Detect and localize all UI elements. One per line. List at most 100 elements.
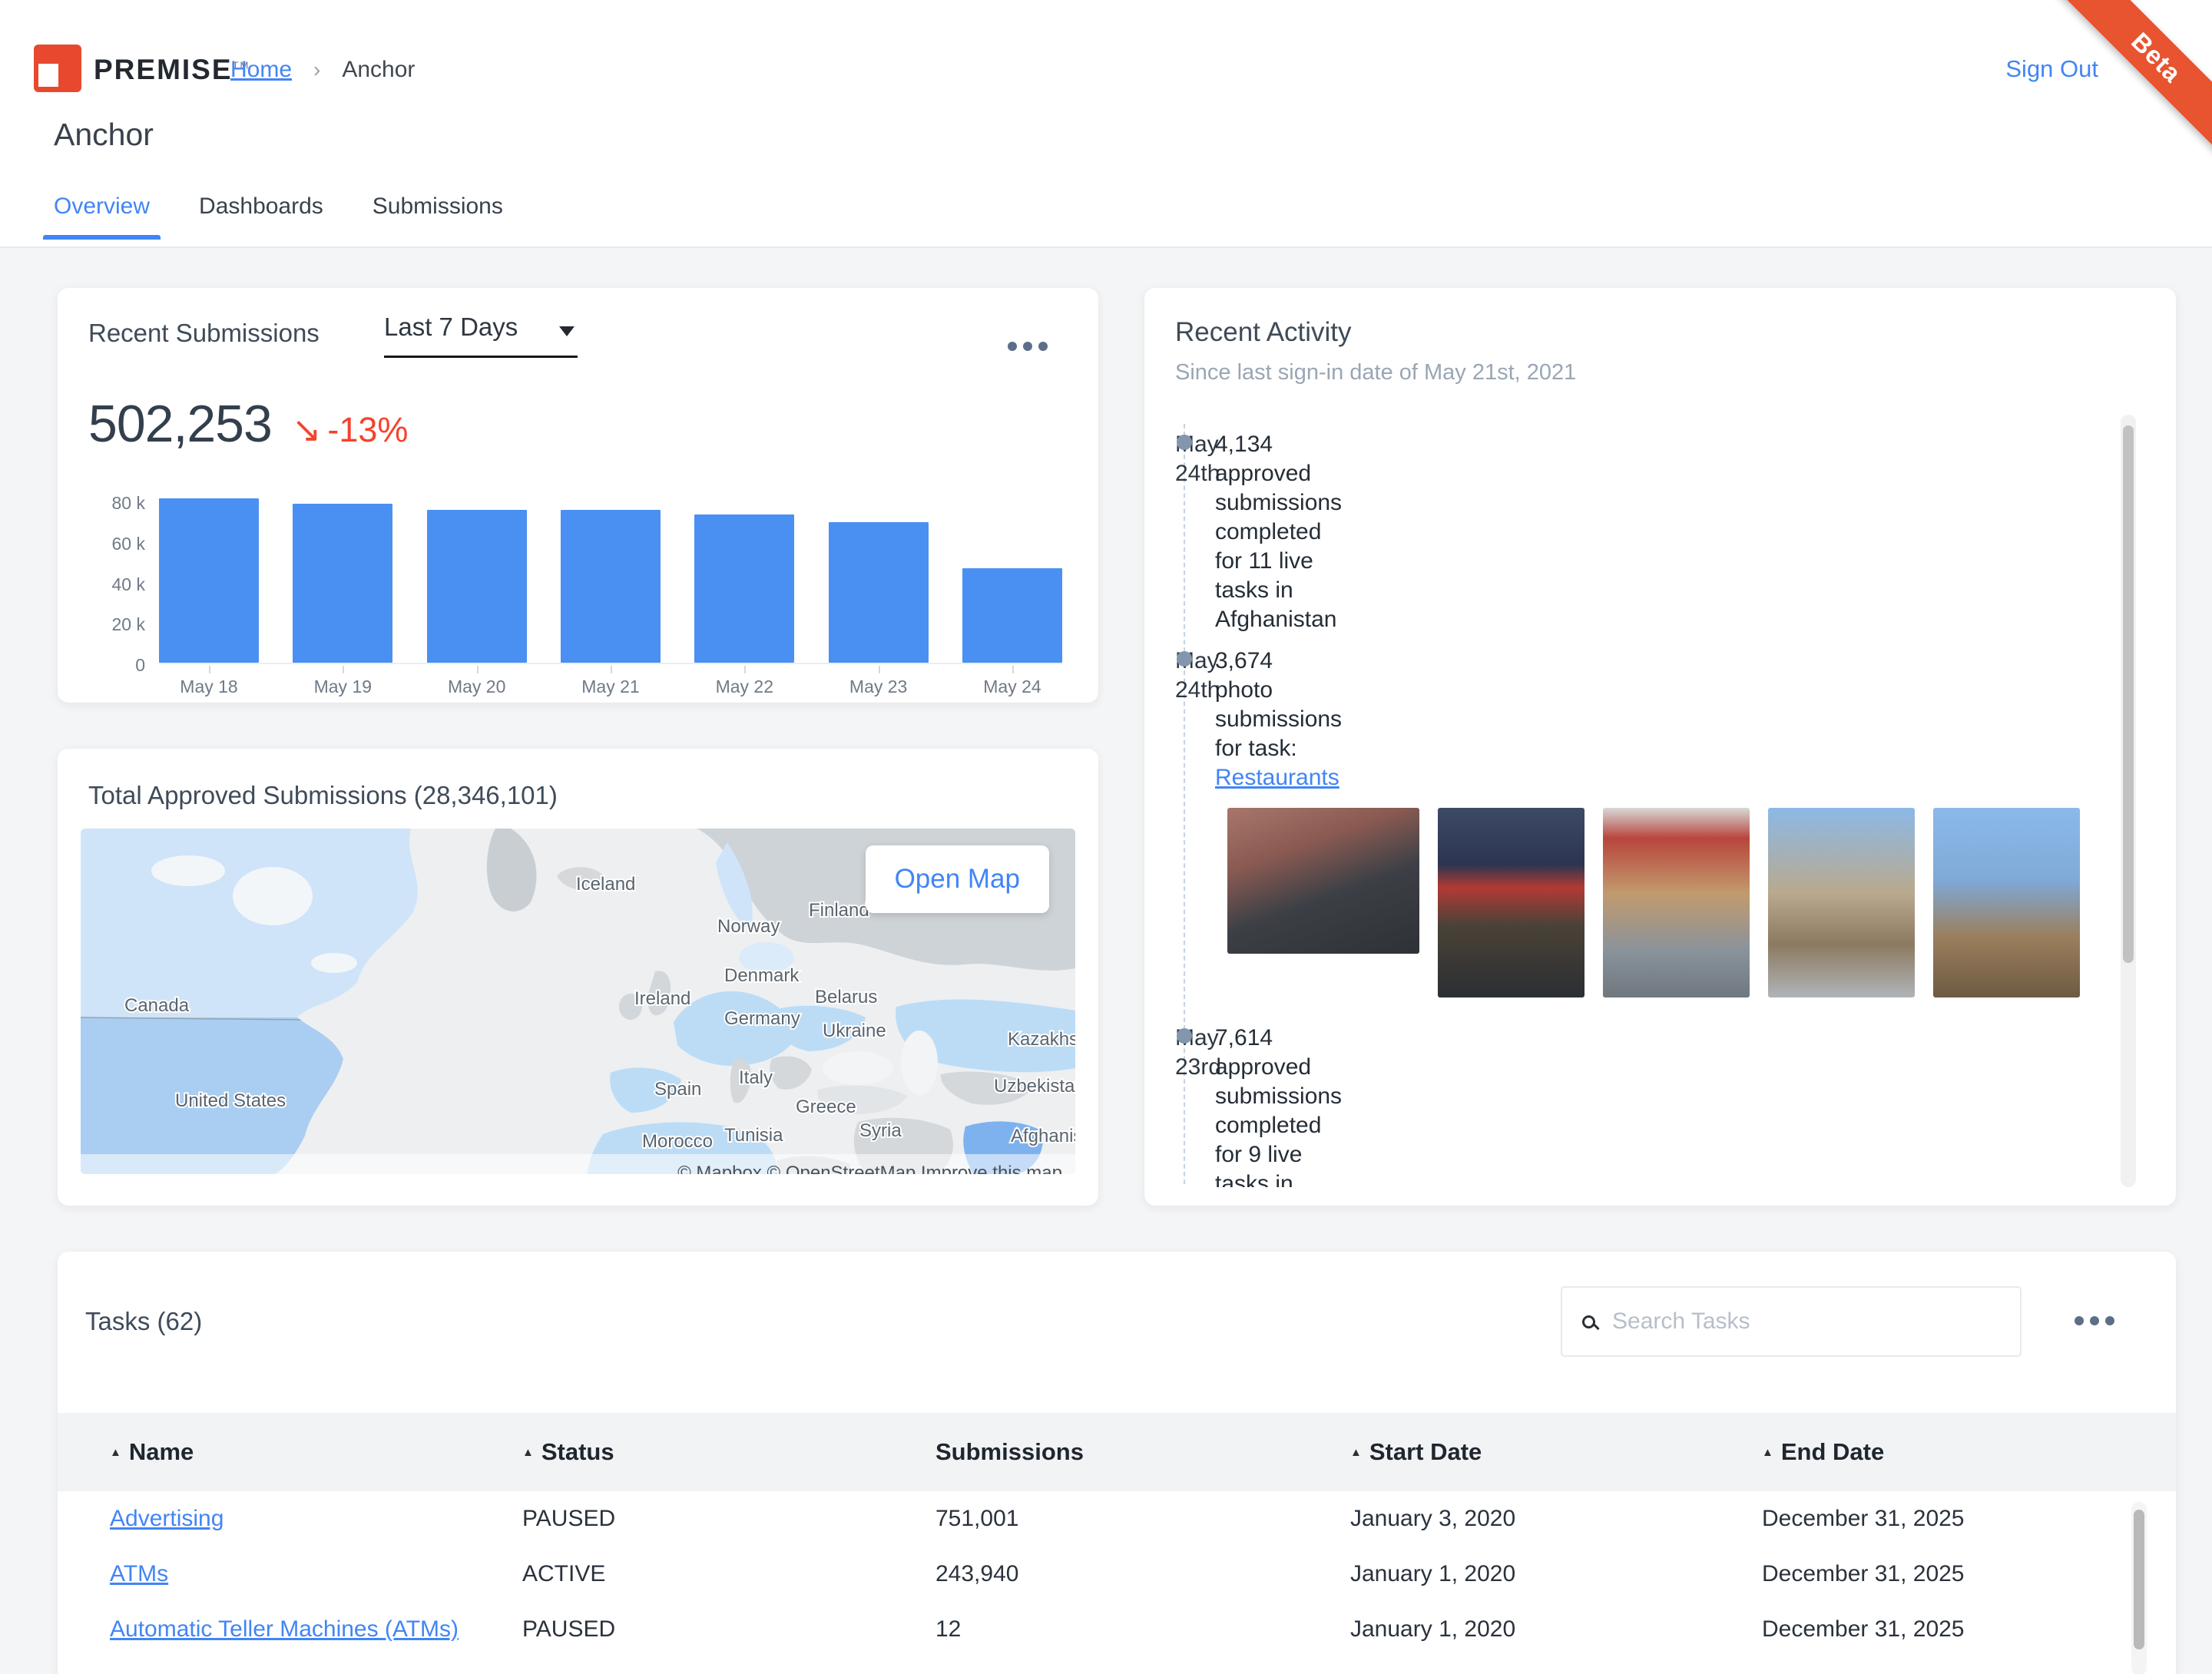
cell-submissions: 751,001: [935, 1506, 1350, 1532]
premise-wordmark: PREMISETM: [94, 54, 250, 86]
column-header-start-date[interactable]: ▲ Start Date: [1350, 1438, 1762, 1466]
breadcrumb-current: Anchor: [342, 57, 415, 83]
map-attribution[interactable]: © Mapbox © OpenStreetMap Improve this ma…: [677, 1163, 1062, 1174]
submissions-change-percent: -13%: [327, 410, 408, 450]
cell-submissions: 243,940: [935, 1561, 1350, 1587]
map-label-ireland: Ireland: [634, 988, 690, 1009]
recent-activity-subtitle: Since last sign-in date of May 21st, 202…: [1175, 360, 1576, 385]
tab-submissions[interactable]: Submissions: [373, 194, 503, 240]
date-range-dropdown[interactable]: Last 7 Days: [384, 313, 578, 358]
table-row: AdvertisingPAUSED751,001January 3, 2020D…: [58, 1491, 2176, 1547]
cell-end-date: December 31, 2025: [1762, 1561, 2084, 1587]
tasks-table-header: ▲ Name ▲StatusSubmissions ▲ Start Date ▲End D…: [58, 1413, 2176, 1491]
open-map-button[interactable]: Open Map: [866, 845, 1049, 913]
premise-logo-inner-square: [38, 64, 58, 87]
bar-may-20: [427, 510, 527, 663]
tasks-scrollbar-track[interactable]: [2131, 1502, 2147, 1674]
tasks-title: Tasks (62): [85, 1307, 202, 1336]
photo-thumbnail-strip: [1227, 808, 2081, 997]
breadcrumb-home-link[interactable]: Home: [230, 57, 292, 83]
tab-dashboards[interactable]: Dashboards: [199, 194, 323, 240]
tasks-search-input[interactable]: [1612, 1308, 1996, 1335]
task-link-restaurants[interactable]: Restaurants: [1215, 765, 1339, 790]
map-label-denmark: Denmark: [724, 965, 800, 986]
cell-status: PAUSED: [522, 1506, 935, 1532]
column-header-label: Status: [541, 1438, 614, 1466]
beta-ribbon-container: Beta: [2032, 0, 2212, 180]
tab-overview[interactable]: Overview: [54, 194, 150, 240]
cell-submissions: 12: [935, 1616, 1350, 1643]
cell-name: ATMs: [110, 1561, 522, 1587]
world-map[interactable]: CanadaUnited StatesIcelandNorwayFinlandD…: [81, 829, 1075, 1174]
photo-thumbnail-storefront-with-menu[interactable]: [1603, 808, 1750, 997]
timeline-item: May 24th4,134 approved submissions compl…: [1175, 430, 2081, 634]
search-icon: [1582, 1315, 1595, 1328]
map-label-spain: Spain: [654, 1079, 701, 1100]
cell-start-date: January 1, 2020: [1350, 1561, 1762, 1587]
photo-thumbnail-taverna-signs-sky[interactable]: [1933, 808, 2080, 997]
task-name-link[interactable]: ATMs: [110, 1561, 168, 1586]
beta-ribbon: Beta: [2058, 0, 2212, 156]
cell-name: Automatic Teller Machines (ATMs): [110, 1616, 522, 1643]
timeline-item: May 24th3,674 photo submissions for task…: [1175, 647, 2081, 792]
map-label-tunisia: Tunisia: [724, 1125, 783, 1146]
tasks-menu-button[interactable]: [2075, 1316, 2114, 1325]
table-row: Automatic Teller Machines (ATMs)PAUSED12…: [58, 1602, 2176, 1657]
cell-status: ACTIVE: [522, 1561, 935, 1587]
bar-may-24: [962, 568, 1062, 663]
tasks-search-box: [1561, 1286, 2022, 1357]
map-label-syria: Syria: [859, 1120, 902, 1141]
recent-submissions-title: Recent Submissions: [88, 319, 320, 348]
x-axis-tick-label: May 18: [159, 666, 259, 697]
timeline-dot-icon: [1177, 651, 1192, 667]
column-header-label: Name: [129, 1438, 194, 1466]
activity-scrollbar-thumb[interactable]: [2123, 425, 2134, 963]
map-label-norway: Norway: [717, 916, 780, 937]
x-axis-tick-label: May 23: [829, 666, 929, 697]
task-name-link[interactable]: Advertising: [110, 1506, 224, 1531]
breadcrumb: Home › Anchor: [230, 57, 415, 83]
column-header-name[interactable]: ▲ Name: [110, 1438, 522, 1466]
activity-scrollbar-track[interactable]: [2121, 415, 2136, 1187]
map-label-united-states: United States: [175, 1090, 286, 1111]
recent-submissions-card: Recent Submissions Last 7 Days 502,253 ↘…: [58, 288, 1098, 703]
cell-name: Advertising: [110, 1506, 522, 1532]
map-label-italy: Italy: [739, 1067, 773, 1088]
task-name-link[interactable]: Automatic Teller Machines (ATMs): [110, 1616, 459, 1642]
bar-may-22: [694, 514, 794, 663]
column-header-submissions: Submissions: [935, 1438, 1350, 1466]
table-row: ATMs ACTIVE243,940January 1, 2020December…: [58, 1547, 2176, 1602]
trend-down-arrow-icon: ↘: [292, 409, 322, 450]
bar-may-18: [159, 498, 259, 663]
photo-thumbnail-street-cafe[interactable]: [1768, 808, 1915, 997]
recent-activity-title: Recent Activity: [1175, 317, 1352, 348]
map-label-greece: Greece: [796, 1097, 856, 1117]
map-label-finland: Finland: [809, 900, 869, 921]
column-header-label: Start Date: [1369, 1438, 1482, 1466]
cell-end-date: December 31, 2025: [1762, 1506, 2084, 1532]
timeline-dot-icon: [1177, 1028, 1192, 1044]
timeline-description: 3,674 photo submissions for task: Restau…: [1215, 647, 1331, 792]
timeline-item: May 23rd7,614 approved submissions compl…: [1175, 1024, 2081, 1187]
column-header-end-date[interactable]: ▲End Date: [1762, 1438, 2084, 1466]
map-label-morocco: Morocco: [642, 1131, 713, 1152]
column-header-status[interactable]: ▲Status: [522, 1438, 935, 1466]
map-label-ukraine: Ukraine: [823, 1021, 886, 1041]
x-axis-tick-label: May 21: [561, 666, 661, 697]
date-range-value: Last 7 Days: [384, 313, 518, 341]
column-header-label: Submissions: [935, 1438, 1084, 1466]
map-label-uzbekistan: Uzbekistan: [994, 1076, 1075, 1097]
recent-submissions-menu-button[interactable]: [1008, 342, 1048, 351]
x-axis-labels: May 18May 19May 20May 21May 22May 23May …: [159, 666, 1062, 697]
cell-start-date: January 1, 2020: [1350, 1616, 1762, 1643]
timeline-description: 7,614 approved submissions completed for…: [1215, 1024, 1331, 1187]
photo-thumbnail-fish-restaurant-awning[interactable]: [1227, 808, 1419, 954]
submissions-total-row: 502,253 ↘ -13%: [88, 394, 408, 454]
map-label-canada: Canada: [124, 995, 190, 1016]
chevron-down-icon: [559, 326, 575, 336]
photo-thumbnail-pizza-loli-sign[interactable]: [1438, 808, 1584, 997]
sort-arrow-icon: ▲: [110, 1446, 121, 1459]
tasks-scrollbar-thumb[interactable]: [2134, 1510, 2144, 1649]
sort-arrow-icon: ▲: [1350, 1446, 1362, 1459]
cell-end-date: December 31, 2025: [1762, 1616, 2084, 1643]
